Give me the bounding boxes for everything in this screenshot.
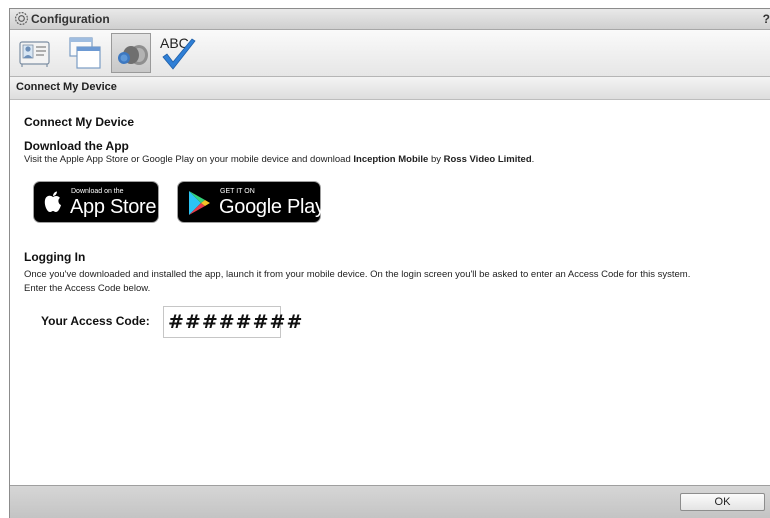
download-heading: Download the App	[24, 139, 129, 153]
contact-card-icon	[19, 41, 50, 67]
section-title: Connect My Device	[16, 81, 117, 93]
ok-button[interactable]: OK	[680, 493, 765, 511]
abc-check-icon: ABC	[160, 35, 196, 70]
google-play-icon	[189, 191, 210, 215]
access-code-label: Your Access Code:	[41, 314, 150, 328]
gear-icon	[15, 12, 28, 25]
toolbar: ABC	[10, 30, 770, 77]
footer-bar: OK	[10, 485, 770, 518]
configuration-window: Configuration ? ABC Connect My Device Co…	[9, 8, 770, 518]
app-store-small-text: Download on the	[71, 188, 124, 195]
google-play-label: Google Play	[219, 196, 325, 218]
windows-icon	[69, 37, 101, 69]
google-play-small-text: GET IT ON	[220, 188, 255, 195]
download-text-end: .	[531, 154, 535, 165]
help-button[interactable]: ?	[763, 12, 770, 26]
title-bar: Configuration ?	[10, 9, 770, 30]
content-area: Connect My Device Download the App Visit…	[10, 100, 770, 486]
cloud-devices-icon	[118, 45, 148, 65]
vendor-name: Ross Video Limited	[443, 154, 532, 165]
access-code-value: ########	[168, 311, 304, 333]
windows-button[interactable]	[65, 33, 105, 73]
download-text-by: by	[428, 154, 444, 165]
download-text: Visit the Apple App Store or Google Play…	[24, 154, 354, 165]
login-instructions-1: Once you've downloaded and installed the…	[24, 269, 691, 280]
login-instructions-2: Enter the Access Code below.	[24, 283, 151, 294]
connect-devices-button[interactable]	[111, 33, 151, 73]
login-heading: Logging In	[24, 250, 86, 264]
apple-logo-icon	[44, 191, 61, 212]
window-title: Configuration	[31, 12, 110, 26]
app-name: Inception Mobile	[353, 154, 429, 165]
contacts-button[interactable]	[14, 33, 54, 73]
app-store-badge[interactable]: Download on the App Store	[33, 181, 159, 223]
spellcheck-button[interactable]: ABC	[157, 33, 197, 73]
download-instructions: Visit the Apple App Store or Google Play…	[24, 153, 534, 167]
section-header: Connect My Device	[10, 77, 770, 100]
google-play-badge[interactable]: GET IT ON Google Play	[177, 181, 325, 223]
access-code-field: ########	[163, 306, 302, 338]
page-heading: Connect My Device	[24, 115, 135, 129]
app-store-label: App Store	[70, 196, 157, 218]
